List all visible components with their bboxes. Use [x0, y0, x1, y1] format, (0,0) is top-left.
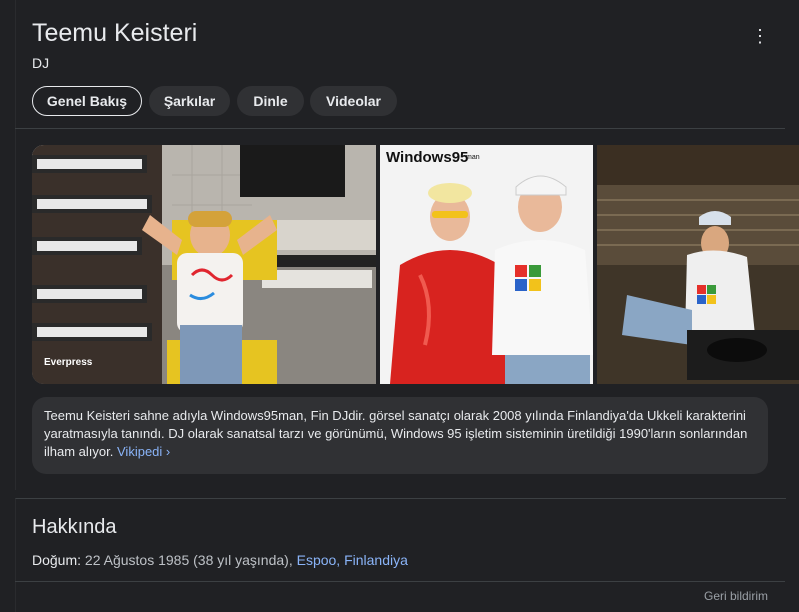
- born-row: Doğum: 22 Ağustos 1985 (38 yıl yaşında),…: [32, 552, 408, 568]
- image-source-caption: Everpress: [44, 357, 93, 368]
- image-duo[interactable]: Windows95 man: [380, 145, 593, 384]
- divider: [15, 581, 785, 582]
- entity-title: Teemu Keisteri: [32, 19, 198, 47]
- tab-dinle[interactable]: Dinle: [237, 86, 304, 116]
- image-studio-synths[interactable]: [32, 145, 376, 384]
- tab-genel-bakis[interactable]: Genel Bakış: [32, 86, 142, 116]
- tab-videolar[interactable]: Videolar: [310, 86, 397, 116]
- image-turntable[interactable]: [597, 145, 799, 384]
- about-title: Hakkında: [32, 516, 117, 538]
- born-value: 22 Ağustos 1985 (38 yıl yaşında),: [81, 552, 297, 568]
- svg-text:man: man: [466, 154, 480, 161]
- description-text: Teemu Keisteri sahne adıyla Windows95man…: [44, 407, 756, 461]
- born-place-link[interactable]: Espoo, Finlandiya: [297, 552, 408, 568]
- feedback-link[interactable]: Geri bildirim: [704, 589, 768, 603]
- wikipedia-link[interactable]: Vikipedi ›: [117, 444, 170, 459]
- chevron-right-icon: ›: [165, 444, 171, 459]
- more-options-icon[interactable]: ⋮: [750, 26, 770, 46]
- description-card: Teemu Keisteri sahne adıyla Windows95man…: [32, 397, 768, 474]
- entity-subtitle: DJ: [32, 55, 50, 71]
- tab-sarkilar[interactable]: Şarkılar: [149, 86, 230, 116]
- born-label: Doğum:: [32, 552, 82, 568]
- svg-text:Windows95: Windows95: [386, 149, 468, 166]
